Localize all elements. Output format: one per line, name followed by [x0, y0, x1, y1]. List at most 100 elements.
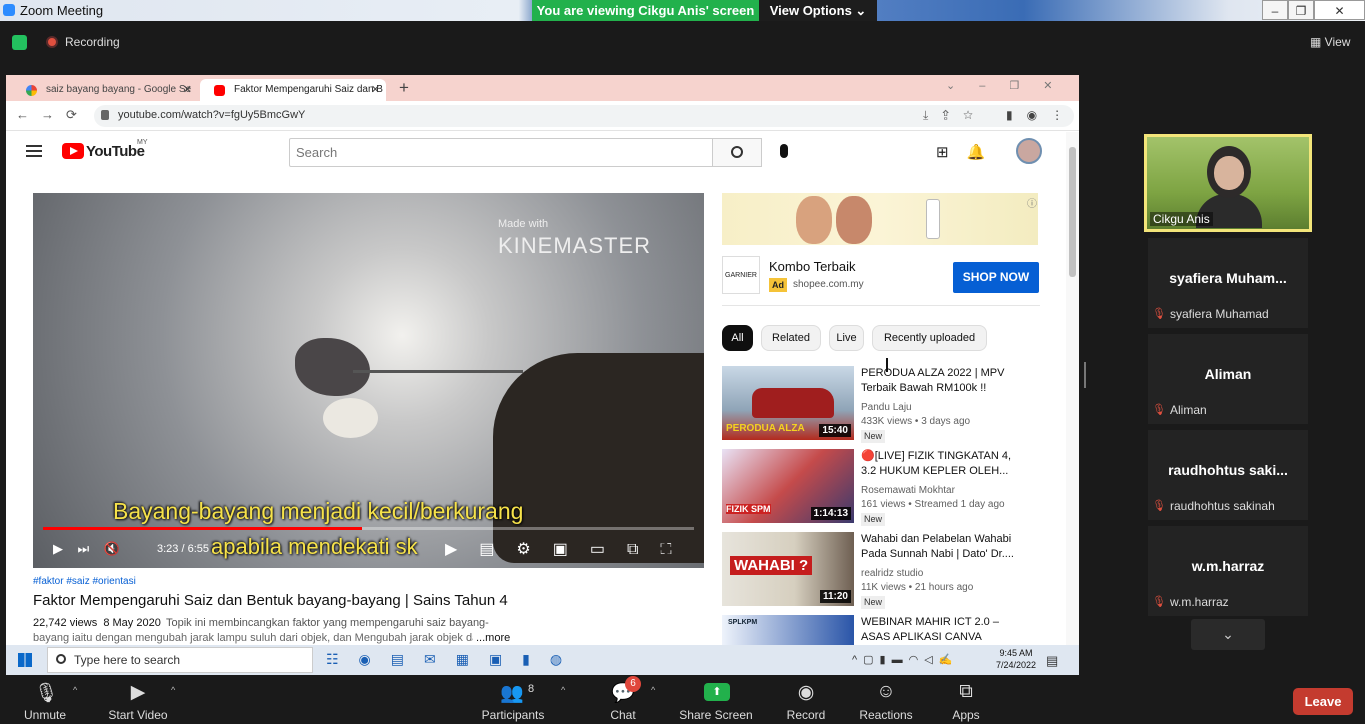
menu-icon[interactable] — [26, 145, 42, 157]
browser-tab-google[interactable]: saiz bayang bayang - Google Se ✕ — [12, 79, 198, 101]
list-item[interactable]: PERODUA ALZA 15:40 — [722, 366, 854, 440]
chat-caret-icon[interactable]: ^ — [651, 685, 655, 695]
rec-title[interactable]: WEBINAR MAHIR ICT 2.0 – ASAS APLIKASI CA… — [861, 615, 1029, 645]
minimize-button[interactable]: – — [1262, 0, 1288, 20]
more-link[interactable]: ...more — [476, 632, 510, 644]
info-icon[interactable]: ⓘ — [1027, 195, 1037, 210]
record-icon[interactable]: ◉ — [792, 681, 820, 704]
ad-logo[interactable]: GARNIER — [722, 256, 760, 294]
url-text[interactable]: youtube.com/watch?v=fgUy5BmcGwY — [118, 109, 305, 121]
participant-label: syafiera Muhamad — [1170, 307, 1269, 321]
recording-icon — [46, 36, 58, 48]
close-tab-icon[interactable]: ✕ — [371, 83, 380, 96]
youtube-wordmark[interactable]: YouTube — [86, 143, 145, 160]
speaker-name: Cikgu Anis — [1150, 212, 1213, 226]
rec-channel[interactable]: Pandu Laju — [861, 402, 912, 413]
chat-button[interactable]: Chat — [603, 708, 643, 722]
header-icons[interactable]: ⊞🔔 — [936, 143, 1003, 161]
rec-meta: 161 views • Streamed 1 day ago — [861, 499, 1005, 510]
participant-label: Aliman — [1170, 403, 1207, 417]
audio-options-caret-icon[interactable]: ^ — [73, 685, 77, 695]
video-off-icon[interactable]: ▶ — [124, 681, 152, 704]
duration-badge: 15:40 — [819, 424, 851, 437]
apps-icon[interactable]: ⧉ — [952, 681, 980, 703]
muted-microphone-icon[interactable]: 🎙 — [32, 681, 60, 705]
thumb-text: WAHABI ? — [730, 556, 813, 575]
chat-badge: 6 — [625, 676, 641, 692]
close-button[interactable]: ✕ — [1314, 0, 1365, 20]
stick — [353, 370, 523, 373]
leave-button[interactable]: Leave — [1293, 688, 1353, 715]
list-item[interactable]: WAHABI ? 11:20 — [722, 532, 854, 606]
taskbar-app-icons[interactable]: ☷◉▤✉▦▣▮◍ — [326, 651, 582, 668]
security-shield-icon[interactable] — [12, 35, 27, 50]
rec-title[interactable]: Wahabi dan Pelabelan Wahabi Pada Sunnah … — [861, 532, 1029, 562]
taskbar-clock[interactable]: 9:45 AM 7/24/2022 — [996, 647, 1036, 671]
play-glyph-icon — [70, 147, 78, 155]
participant-name: Aliman — [1204, 366, 1252, 382]
participants-button[interactable]: Participants — [478, 708, 548, 722]
panel-resize-handle[interactable] — [1084, 362, 1086, 388]
unmute-button[interactable]: Unmute — [15, 708, 75, 722]
reactions-icon[interactable]: ☺ — [872, 681, 900, 703]
search-button[interactable] — [712, 138, 762, 167]
windows-start-icon[interactable] — [18, 653, 32, 667]
scrollbar-thumb[interactable] — [1069, 147, 1076, 277]
new-badge: New — [861, 596, 885, 609]
chip-recently-uploaded[interactable]: Recently uploaded — [872, 325, 987, 351]
rec-title[interactable]: PERODUA ALZA 2022 | MPV Terbaik Bawah RM… — [861, 366, 1029, 396]
rec-meta: 11K views • 21 hours ago — [861, 582, 974, 593]
window-title: Zoom Meeting — [20, 3, 104, 18]
record-button[interactable]: Record — [781, 708, 831, 722]
omnibox-icons[interactable]: ⤓⇪☆ — [923, 108, 987, 123]
participant-label: w.m.harraz — [1170, 595, 1229, 609]
navigation-buttons[interactable]: ←→⟳ — [16, 107, 89, 123]
view-options-button[interactable]: View Options ⌄ — [759, 0, 877, 21]
reactions-button[interactable]: Reactions — [855, 708, 917, 722]
profile-icons[interactable]: ▮◉⋮ — [1006, 108, 1077, 122]
participant-count: 8 — [528, 683, 535, 695]
notification-icon[interactable]: ▤ — [1046, 653, 1058, 669]
view-button[interactable]: ▦ View — [1310, 35, 1350, 49]
new-badge: New — [861, 430, 885, 443]
butterfly-cutout — [323, 398, 378, 438]
start-video-button[interactable]: Start Video — [100, 708, 176, 722]
ad-banner[interactable] — [722, 193, 1038, 245]
new-tab-icon[interactable]: + — [399, 78, 409, 98]
ad-title[interactable]: Kombo Terbaik — [769, 259, 855, 274]
scroll-participants-down-button[interactable]: ⌄ — [1191, 619, 1265, 650]
maximize-button[interactable]: ❐ — [1288, 0, 1314, 20]
list-item[interactable]: FIZIK SPM 1:14:13 — [722, 449, 854, 523]
browser-window-controls[interactable]: ⌄–❐✕ — [946, 79, 1076, 92]
microphone-icon[interactable] — [780, 144, 788, 158]
taskbar-search-input[interactable]: Type here to search — [47, 647, 313, 673]
player-settings-icons[interactable]: ▶▤⚙▣▭⧉⛶ — [445, 539, 694, 559]
shop-now-button[interactable]: SHOP NOW — [953, 262, 1039, 293]
chip-all[interactable]: All — [722, 325, 753, 351]
rec-title[interactable]: 🔴[LIVE] FIZIK TINGKATAN 4, 3.2 HUKUM KEP… — [861, 449, 1029, 479]
video-tags[interactable]: #faktor #saiz #orientasi — [33, 576, 136, 587]
butterfly-shadow — [295, 338, 370, 396]
system-tray-icons[interactable]: ^▢▮▬◠◁✍ — [852, 653, 958, 666]
playback-controls[interactable]: ▶ ⏭ 🔇 — [53, 541, 120, 557]
video-options-caret-icon[interactable]: ^ — [171, 685, 175, 695]
participants-caret-icon[interactable]: ^ — [561, 685, 565, 695]
muted-mic-icon: 🎙 — [1152, 404, 1166, 416]
chip-related[interactable]: Related — [761, 325, 821, 351]
chip-live[interactable]: Live — [829, 325, 864, 351]
apps-button[interactable]: Apps — [945, 708, 987, 722]
browser-tab-youtube[interactable]: Faktor Mempengaruhi Saiz dan B ✕ — [200, 79, 386, 101]
share-screen-icon[interactable]: ⬆ — [704, 683, 730, 701]
video-player[interactable]: Made with KINEMASTER Bayang-bayang menja… — [33, 193, 704, 568]
search-icon — [731, 146, 743, 158]
lock-icon[interactable] — [101, 110, 109, 120]
list-item[interactable]: SPLKPM — [722, 615, 854, 645]
rec-channel[interactable]: Rosemawati Mokhtar — [861, 485, 955, 496]
avatar[interactable] — [1016, 138, 1042, 164]
search-input[interactable]: Search — [289, 138, 713, 167]
rec-channel[interactable]: realridz studio — [861, 568, 923, 579]
share-screen-button[interactable]: Share Screen — [676, 708, 756, 722]
recording-label[interactable]: Recording — [65, 35, 120, 49]
close-tab-icon[interactable]: ✕ — [183, 83, 192, 96]
participants-icon[interactable]: 👥 — [498, 681, 526, 705]
